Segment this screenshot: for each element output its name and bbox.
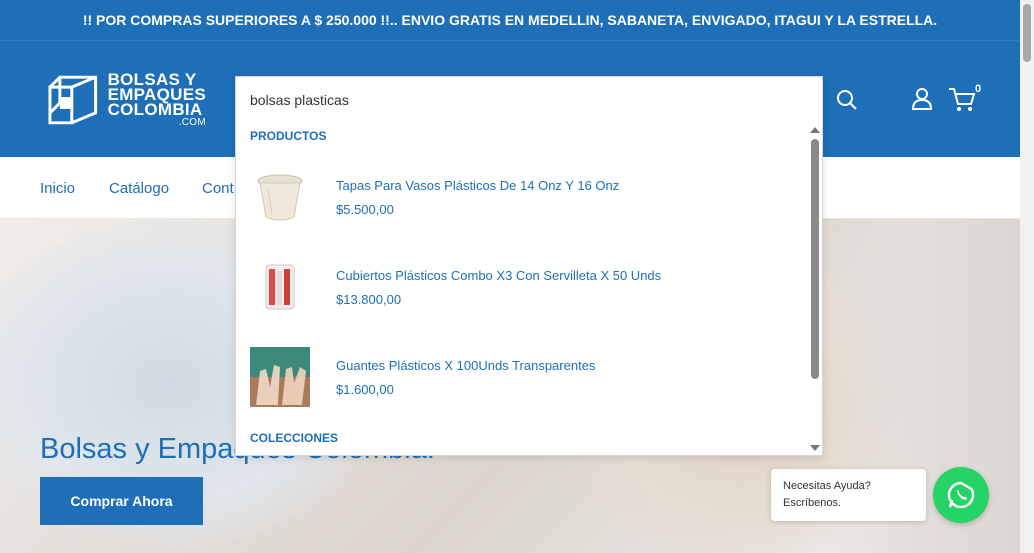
user-icon[interactable] xyxy=(911,87,933,111)
result-name[interactable]: Cubiertos Plásticos Combo X3 Con Servill… xyxy=(336,268,661,283)
cup-lid-image xyxy=(257,174,303,221)
shop-now-button[interactable]: Comprar Ahora xyxy=(40,477,203,525)
whatsapp-help-bubble[interactable]: Necesitas Ayuda? Escríbenos. xyxy=(771,469,926,521)
cutlery-pack-image xyxy=(265,264,295,310)
scrollbar-thumb[interactable] xyxy=(811,139,819,379)
nav-item-contacto[interactable]: Cont xyxy=(202,180,234,197)
announcement-text: !! POR COMPRAS SUPERIORES A $ 250.000 !!… xyxy=(82,12,938,28)
cart-count-badge: 0 xyxy=(975,83,982,95)
box-logo-icon xyxy=(48,75,98,125)
result-name[interactable]: Tapas Para Vasos Plásticos De 14 Onz Y 1… xyxy=(336,178,619,193)
result-price: $5.500,00 xyxy=(336,201,394,217)
help-line1: Necesitas Ayuda? xyxy=(783,480,871,492)
brand-logo[interactable]: BOLSAS Y EMPAQUES COLOMBIA .COM xyxy=(46,71,206,129)
nav-item-inicio[interactable]: Inicio xyxy=(40,180,75,197)
search-result-item[interactable]: Guantes Plásticos X 100Unds Transparente… xyxy=(250,345,805,409)
collections-heading: COLECCIONES xyxy=(250,431,339,445)
brand-wordmark: BOLSAS Y EMPAQUES COLOMBIA .COM xyxy=(107,71,206,128)
search-input[interactable] xyxy=(236,77,822,122)
page-scrollbar-thumb[interactable] xyxy=(1023,4,1031,62)
product-thumbnail xyxy=(250,347,310,407)
result-price: $13.800,00 xyxy=(336,291,402,307)
search-dropdown: PRODUCTOS Tapas Para Vasos Plásticos De … xyxy=(235,76,823,456)
whatsapp-icon xyxy=(947,481,975,509)
announcement-bar: !! POR COMPRAS SUPERIORES A $ 250.000 !!… xyxy=(0,0,1020,41)
result-name[interactable]: Guantes Plásticos X 100Unds Transparente… xyxy=(336,358,595,373)
page-scrollbar[interactable] xyxy=(1020,0,1034,553)
gloves-image xyxy=(250,347,310,407)
brand-line3: COLOMBIA xyxy=(107,100,203,119)
nav-item-catalogo[interactable]: Catálogo xyxy=(109,180,169,197)
search-result-item[interactable]: Cubiertos Plásticos Combo X3 Con Servill… xyxy=(250,255,805,319)
whatsapp-button[interactable] xyxy=(933,467,989,523)
dropdown-scrollbar[interactable] xyxy=(808,125,820,455)
cart-icon[interactable] xyxy=(948,87,976,113)
product-thumbnail xyxy=(250,167,310,227)
scroll-up-arrow[interactable] xyxy=(810,127,820,133)
search-icon[interactable] xyxy=(836,89,858,111)
result-price: $1.600,00 xyxy=(336,381,394,397)
search-result-item[interactable]: Tapas Para Vasos Plásticos De 14 Onz Y 1… xyxy=(250,165,805,229)
help-line2: Escríbenos. xyxy=(783,497,842,509)
scroll-down-arrow[interactable] xyxy=(810,445,820,451)
product-thumbnail xyxy=(250,257,310,317)
products-heading: PRODUCTOS xyxy=(250,129,327,143)
